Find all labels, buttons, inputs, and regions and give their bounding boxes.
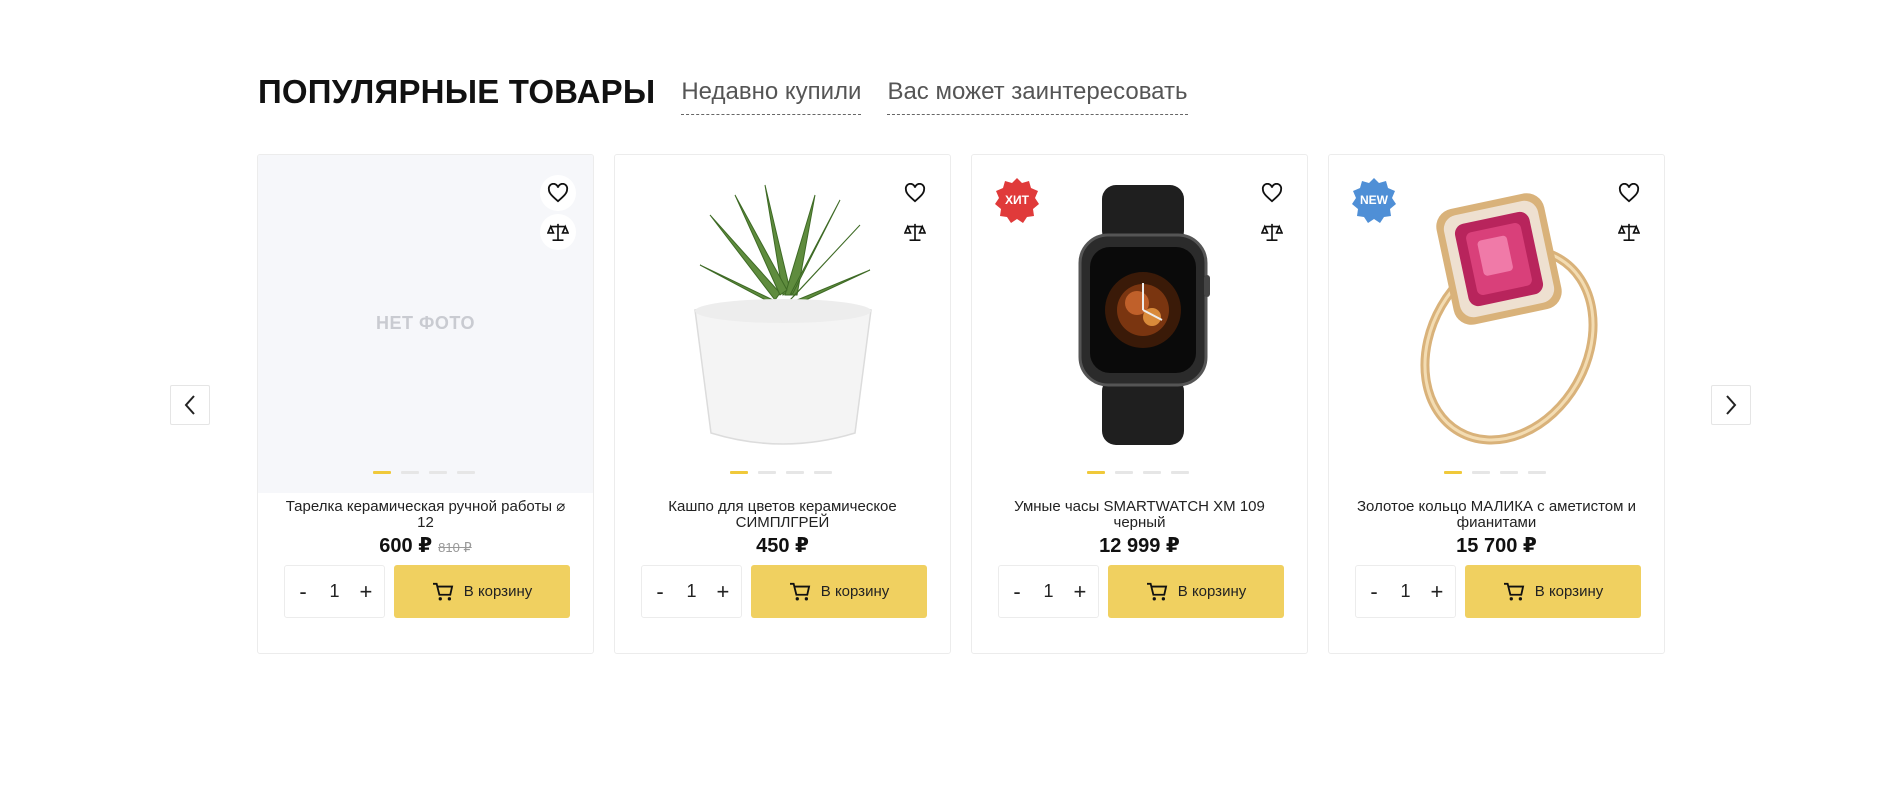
product-tabs: ПОПУЛЯРНЫЕ ТОВАРЫ Недавно купили Вас мож… (258, 70, 1188, 120)
compare-button[interactable] (1611, 214, 1647, 250)
favorite-button[interactable] (897, 175, 933, 211)
qty-minus-button[interactable]: - (293, 579, 313, 605)
price-row: 600 ₽ 810 ₽ (258, 533, 593, 558)
image-dots (730, 471, 832, 474)
image-dot[interactable] (401, 471, 419, 474)
cart-icon (789, 582, 810, 600)
image-dot[interactable] (730, 471, 748, 474)
scales-icon (1618, 223, 1640, 241)
image-dots (373, 471, 475, 474)
image-dot[interactable] (1500, 471, 1518, 474)
image-dot[interactable] (1171, 471, 1189, 474)
qty-plus-button[interactable]: + (1427, 579, 1447, 605)
qty-minus-button[interactable]: - (1007, 579, 1027, 605)
cart-icon (1146, 582, 1167, 600)
quantity-stepper: - 1 + (998, 565, 1099, 618)
scales-icon (904, 223, 926, 241)
price-row: 450 ₽ (615, 533, 950, 558)
product-card[interactable]: NEW Золотое кольцо МАЛИКА с аметистом и … (1328, 154, 1665, 654)
heart-icon (1618, 183, 1640, 203)
price-row: 12 999 ₽ (972, 533, 1307, 558)
product-card[interactable]: Кашпо для цветов керамическое СИМПЛГРЕЙ … (614, 154, 951, 654)
quantity-stepper: - 1 + (641, 565, 742, 618)
image-dot[interactable] (457, 471, 475, 474)
tab-interest[interactable]: Вас может заинтересовать (887, 70, 1188, 115)
product-title[interactable]: Кашпо для цветов керамическое СИМПЛГРЕЙ (635, 499, 930, 531)
cart-icon (432, 582, 453, 600)
add-to-cart-button[interactable]: В корзину (1108, 565, 1284, 618)
product-old-price: 810 ₽ (438, 540, 472, 555)
scales-icon (547, 223, 569, 241)
product-price: 12 999 ₽ (1099, 535, 1180, 557)
new-badge: NEW (1351, 177, 1397, 223)
product-image[interactable] (615, 155, 950, 493)
quantity-stepper: - 1 + (284, 565, 385, 618)
heart-icon (1261, 183, 1283, 203)
favorite-button[interactable] (1611, 175, 1647, 211)
image-dot[interactable] (373, 471, 391, 474)
image-dot[interactable] (758, 471, 776, 474)
cart-button-label: В корзину (463, 583, 533, 600)
heart-icon (904, 183, 926, 203)
qty-minus-button[interactable]: - (650, 579, 670, 605)
product-card[interactable]: ХИТ Умные часы SMARTWATCH XM 109 черный … (971, 154, 1308, 654)
tab-recent[interactable]: Недавно купили (681, 70, 862, 115)
carousel-next-button[interactable] (1711, 385, 1751, 425)
carousel-prev-button[interactable] (170, 385, 210, 425)
image-dots (1087, 471, 1189, 474)
quantity-stepper: - 1 + (1355, 565, 1456, 618)
heart-icon (547, 183, 569, 203)
cart-icon (1503, 582, 1524, 600)
qty-value[interactable]: 1 (1400, 581, 1410, 602)
cart-button-label: В корзину (820, 583, 890, 600)
image-dot[interactable] (1115, 471, 1133, 474)
qty-minus-button[interactable]: - (1364, 579, 1384, 605)
product-title[interactable]: Золотое кольцо МАЛИКА с аметистом и фиан… (1349, 499, 1644, 531)
compare-button[interactable] (1254, 214, 1290, 250)
qty-value[interactable]: 1 (329, 581, 339, 602)
qty-plus-button[interactable]: + (356, 579, 376, 605)
product-price: 600 ₽ (379, 535, 433, 557)
add-to-cart-button[interactable]: В корзину (1465, 565, 1641, 618)
chevron-right-icon (1726, 395, 1737, 415)
product-price: 450 ₽ (756, 535, 809, 557)
product-image-placeholder[interactable]: НЕТ ФОТО (258, 155, 593, 493)
chevron-left-icon (184, 395, 195, 415)
qty-value[interactable]: 1 (1043, 581, 1053, 602)
product-price: 15 700 ₽ (1456, 535, 1537, 557)
badge-label: NEW (1360, 193, 1388, 207)
cart-button-label: В корзину (1534, 583, 1604, 600)
image-dot[interactable] (1444, 471, 1462, 474)
cart-button-label: В корзину (1177, 583, 1247, 600)
image-dot[interactable] (814, 471, 832, 474)
product-title[interactable]: Тарелка керамическая ручной работы ⌀ 12 (278, 499, 573, 531)
scales-icon (1261, 223, 1283, 241)
compare-button[interactable] (897, 214, 933, 250)
plant-pot-image (694, 184, 872, 445)
image-dots (1444, 471, 1546, 474)
tab-popular[interactable]: ПОПУЛЯРНЫЕ ТОВАРЫ (258, 70, 655, 114)
image-dot[interactable] (1087, 471, 1105, 474)
qty-value[interactable]: 1 (686, 581, 696, 602)
product-title[interactable]: Умные часы SMARTWATCH XM 109 черный (992, 499, 1287, 531)
price-row: 15 700 ₽ (1329, 533, 1664, 558)
image-dot[interactable] (786, 471, 804, 474)
qty-plus-button[interactable]: + (713, 579, 733, 605)
qty-plus-button[interactable]: + (1070, 579, 1090, 605)
favorite-button[interactable] (540, 175, 576, 211)
badge-label: ХИТ (1005, 193, 1029, 207)
product-card[interactable]: НЕТ ФОТО Тарелка керамическая ручной раб… (257, 154, 594, 654)
add-to-cart-button[interactable]: В корзину (751, 565, 927, 618)
image-dot[interactable] (1472, 471, 1490, 474)
add-to-cart-button[interactable]: В корзину (394, 565, 570, 618)
image-dot[interactable] (1528, 471, 1546, 474)
image-dot[interactable] (1143, 471, 1161, 474)
hit-badge: ХИТ (994, 177, 1040, 223)
image-dot[interactable] (429, 471, 447, 474)
compare-button[interactable] (540, 214, 576, 250)
favorite-button[interactable] (1254, 175, 1290, 211)
no-photo-label: НЕТ ФОТО (376, 313, 475, 333)
